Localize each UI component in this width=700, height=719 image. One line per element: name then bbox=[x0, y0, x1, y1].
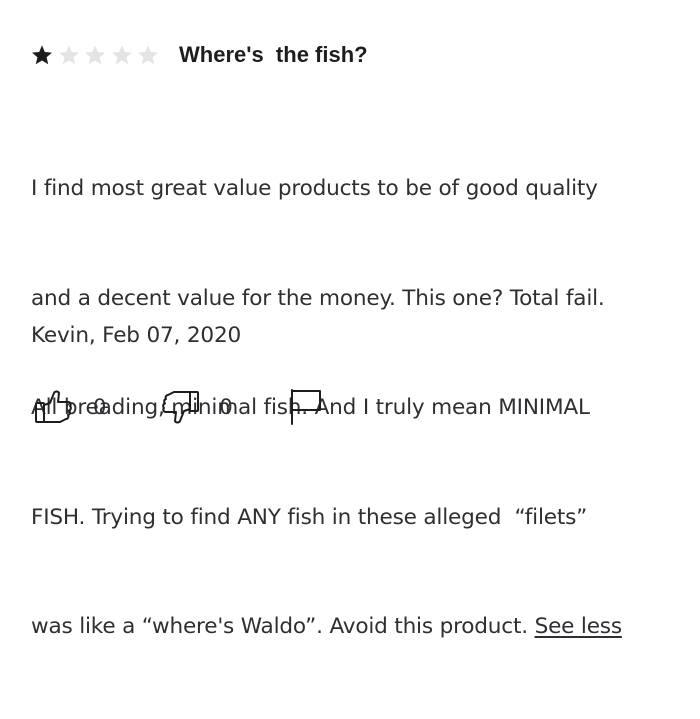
helpful-button[interactable]: 0 bbox=[34, 389, 106, 425]
review-text-line: I find most great value products to be o… bbox=[31, 176, 598, 201]
review-actions: 0 0 bbox=[34, 387, 323, 427]
star-empty-icon bbox=[138, 45, 158, 65]
star-filled-icon bbox=[32, 45, 52, 65]
report-button[interactable] bbox=[287, 388, 323, 426]
review-title: Where's the fish? bbox=[179, 42, 368, 67]
review-author-date: Kevin, Feb 07, 2020 bbox=[31, 323, 242, 348]
star-empty-icon bbox=[85, 45, 105, 65]
star-rating bbox=[31, 44, 159, 66]
unhelpful-count: 0 bbox=[219, 395, 233, 419]
thumbs-up-icon bbox=[34, 389, 74, 425]
review-text-line-last: was like a “where's Waldo”. Avoid this p… bbox=[31, 609, 691, 646]
see-less-link[interactable]: See less bbox=[535, 614, 623, 639]
flag-icon bbox=[287, 388, 323, 426]
review-card: Where's the fish? I find most great valu… bbox=[0, 0, 700, 639]
review-header: Where's the fish? bbox=[31, 40, 368, 70]
star-empty-icon bbox=[58, 45, 79, 65]
review-text-line: FISH. Trying to find ANY fish in these a… bbox=[31, 504, 588, 530]
star-empty-icon bbox=[111, 45, 132, 65]
thumbs-down-icon bbox=[160, 389, 200, 425]
review-text-line: and a decent value for the money. This o… bbox=[31, 285, 605, 311]
helpful-count: 0 bbox=[93, 395, 107, 419]
review-text-line: was like a “where's Waldo”. Avoid this p… bbox=[31, 614, 535, 639]
unhelpful-button[interactable]: 0 bbox=[160, 389, 233, 425]
